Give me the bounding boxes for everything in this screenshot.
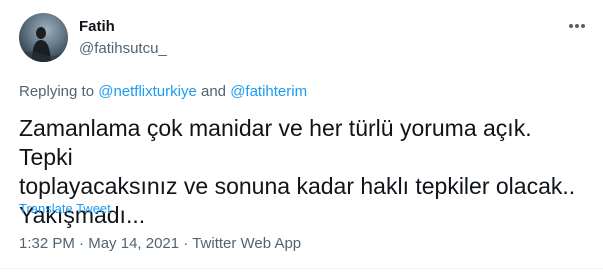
divider [0, 268, 603, 269]
author-handle[interactable]: @fatihsutcu_ [79, 40, 167, 57]
more-horizontal-icon [569, 24, 585, 28]
replying-to-conjunction: and [196, 83, 231, 100]
replying-to-label: Replying to [19, 83, 99, 100]
meta-separator: · [74, 235, 89, 252]
tweet-card: Fatih @fatihsutcu_ Replying to @netflixt… [0, 0, 603, 274]
replying-to: Replying to @netflixturkiye and @fatihte… [19, 83, 307, 100]
mention-netflixturkiye-link[interactable]: @netflixturkiye [98, 83, 197, 100]
avatar-photo-icon [19, 27, 68, 62]
mention-fatihterim-link[interactable]: @fatihterim [230, 83, 307, 100]
author-name[interactable]: Fatih [79, 18, 115, 35]
tweet-date[interactable]: May 14, 2021 [88, 235, 179, 252]
meta-separator: · [179, 235, 193, 252]
tweet-time[interactable]: 1:32 PM [19, 235, 75, 252]
more-options-button[interactable] [566, 17, 588, 35]
translate-tweet-link[interactable]: Translate Tweet [19, 201, 111, 216]
tweet-source[interactable]: Twitter Web App [192, 235, 301, 252]
avatar[interactable] [19, 13, 68, 62]
tweet-metadata: 1:32 PM · May 14, 2021 · Twitter Web App [19, 235, 301, 252]
